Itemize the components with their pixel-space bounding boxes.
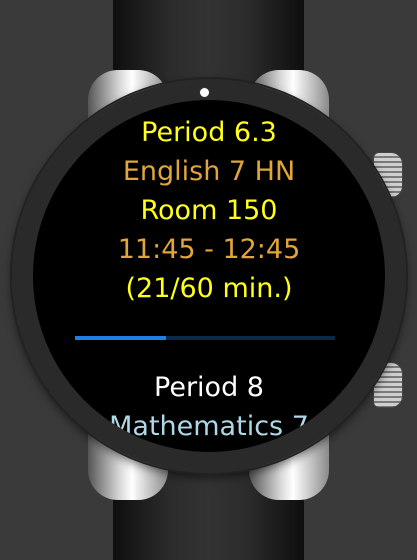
- bezel-tick: [389, 294, 397, 297]
- bezel-tick: [132, 104, 136, 110]
- bezel-tick: [25, 236, 32, 239]
- bezel-tick: [150, 97, 154, 104]
- current-course: English 7 HN: [122, 156, 296, 187]
- bezel-tick: [246, 453, 249, 460]
- next-period: Period 8: [154, 372, 264, 403]
- bezel-tick: [30, 331, 37, 335]
- current-time: 11:45 - 12:45: [117, 234, 301, 265]
- bezel-tick: [25, 313, 32, 316]
- period-progress-fill: [75, 336, 166, 340]
- bezel-tick: [375, 349, 381, 353]
- current-period: Period 6.3: [141, 117, 277, 148]
- bezel-tick: [37, 349, 43, 353]
- period-progress-bar: [75, 336, 335, 340]
- bezel-tick: [386, 236, 393, 239]
- bezel-tick: [386, 313, 393, 316]
- bezel-tick: [264, 97, 268, 104]
- current-minutes: (21/60 min.): [125, 273, 293, 304]
- bezel-tick: [227, 456, 230, 464]
- next-course-cont: HN: [33, 447, 385, 452]
- bezel-tick: [227, 88, 230, 96]
- next-course: Mathematics 7: [109, 411, 309, 442]
- bezel-marker-dot: [199, 87, 210, 98]
- bezel-tick: [389, 255, 397, 258]
- bezel-tick: [188, 456, 191, 464]
- bezel-tick: [169, 92, 172, 99]
- bezel-tick: [381, 331, 388, 335]
- current-room: Room 150: [140, 195, 278, 226]
- bezel-tick: [169, 453, 172, 460]
- watch-screen[interactable]: Period 6.3 English 7 HN Room 150 11:45 -…: [33, 100, 385, 452]
- bezel-tick: [21, 294, 29, 297]
- bezel-tick: [188, 88, 191, 96]
- bezel-tick: [21, 255, 29, 258]
- bezel-tick: [282, 104, 286, 110]
- bezel-tick: [246, 92, 249, 99]
